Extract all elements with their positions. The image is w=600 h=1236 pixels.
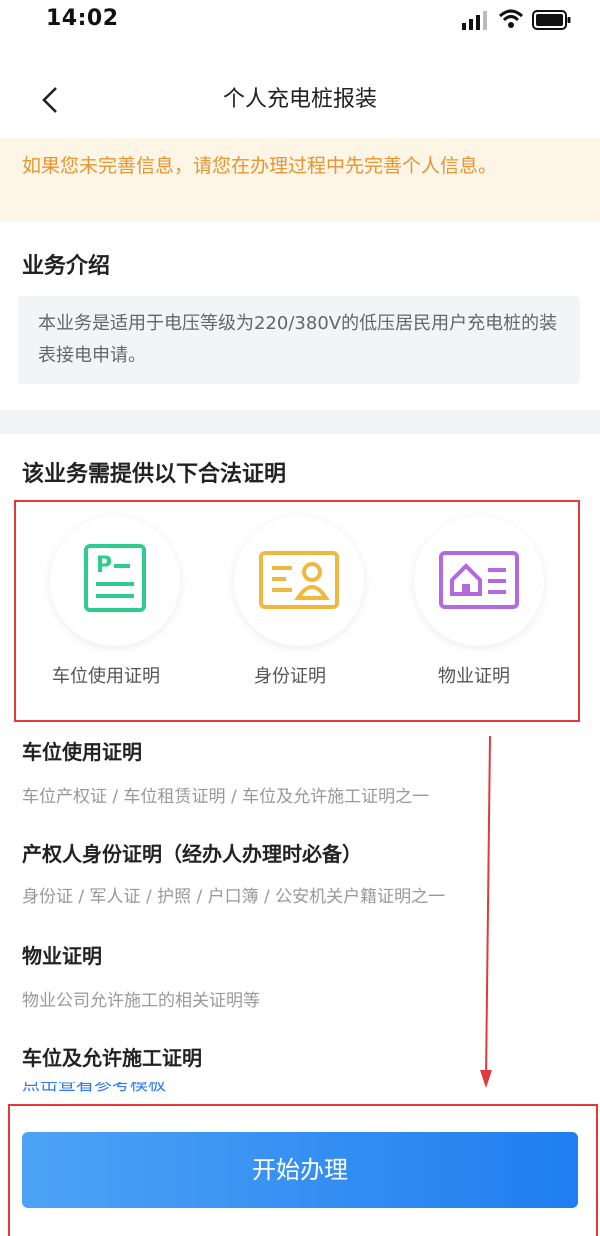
property-doc-icon	[439, 551, 519, 609]
start-button[interactable]: 开始办理	[22, 1132, 578, 1208]
parking-doc-icon: P	[84, 544, 146, 612]
docs-title: 该业务需提供以下合法证明	[22, 462, 287, 487]
detail-title-identity: 产权人身份证明（经办人办理时必备）	[22, 842, 362, 866]
svg-text:P: P	[96, 553, 112, 578]
id-card-icon	[259, 551, 339, 609]
intro-box: 本业务是适用于电压等级为220/380V的低压居民用户充电桩的装表接电申请。	[18, 296, 580, 384]
intro-title: 业务介绍	[22, 254, 111, 279]
detail-desc-identity: 身份证 / 军人证 / 护照 / 户口簿 / 公安机关户籍证明之一	[22, 887, 446, 907]
red-arrow-annotation	[480, 736, 492, 1088]
doc-item-id[interactable]	[234, 516, 364, 646]
detail-title-parking: 车位使用证明	[22, 740, 142, 764]
template-link-text: 点击查看参考模板	[22, 1082, 166, 1094]
chevron-left-icon	[42, 87, 57, 113]
back-button[interactable]	[30, 80, 70, 120]
detail-desc-property: 物业公司允许施工的相关证明等	[22, 991, 260, 1011]
detail-title-property: 物业证明	[22, 944, 102, 968]
doc-item-property[interactable]	[414, 516, 544, 646]
detail-title-construction: 车位及允许施工证明	[22, 1046, 202, 1070]
section-divider	[0, 410, 600, 434]
doc-item-parking[interactable]: P	[50, 516, 180, 646]
detail-desc-parking: 车位产权证 / 车位租赁证明 / 车位及允许施工证明之一	[22, 787, 430, 807]
nav-bar: 个人充电桩报装	[0, 70, 600, 130]
doc-label-id: 身份证明	[254, 666, 326, 687]
signal-icon	[462, 11, 487, 30]
template-link[interactable]: 点击查看参考模板	[22, 1082, 242, 1094]
status-bar: 14:02	[0, 0, 600, 44]
notice-banner: 如果您未完善信息，请您在办理过程中先完善个人信息。	[0, 138, 600, 222]
doc-label-property: 物业证明	[438, 666, 510, 687]
page-title: 个人充电桩报装	[222, 87, 377, 112]
intro-text: 本业务是适用于电压等级为220/380V的低压居民用户充电桩的装表接电申请。	[38, 313, 558, 366]
status-time: 14:02	[46, 6, 119, 31]
battery-icon	[532, 10, 571, 30]
notice-text: 如果您未完善信息，请您在办理过程中先完善个人信息。	[22, 155, 498, 177]
doc-label-parking: 车位使用证明	[52, 666, 160, 687]
wifi-icon	[498, 9, 524, 28]
